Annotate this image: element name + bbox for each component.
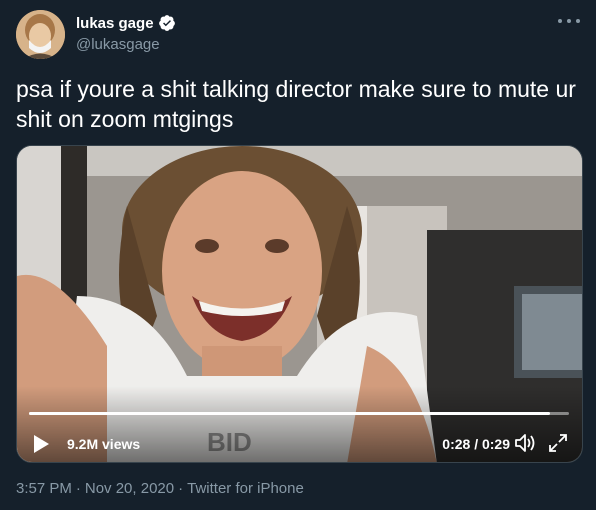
tweet-meta: 3:57 PM · Nov 20, 2020 · Twitter for iPh… (16, 480, 304, 497)
fullscreen-icon[interactable] (548, 433, 568, 453)
tweet-text: psa if youre a shit talking director mak… (16, 76, 576, 132)
tweet-time[interactable]: 3:57 PM (16, 480, 72, 497)
play-icon[interactable] (32, 434, 50, 454)
video-frame: BID (17, 146, 582, 462)
avatar-image (16, 10, 65, 59)
video-player[interactable]: BID 9.2M views 0:28 / 0:29 (16, 145, 583, 463)
more-options-icon[interactable] (558, 14, 580, 28)
view-count: 9.2M views (67, 436, 141, 452)
user-handle[interactable]: @lukasgage (76, 36, 160, 53)
meta-separator: · (178, 480, 184, 497)
display-name[interactable]: lukas gage (76, 15, 154, 32)
tweet-card: lukas gage @lukasgage psa if youre a shi… (0, 0, 596, 510)
video-progress-fill (29, 412, 551, 415)
volume-icon[interactable] (514, 433, 536, 453)
video-progress-bar[interactable] (29, 412, 569, 415)
user-name-row[interactable]: lukas gage (76, 14, 176, 32)
tweet-date[interactable]: Nov 20, 2020 (85, 480, 174, 497)
video-controls: 9.2M views 0:28 / 0:29 (17, 418, 582, 462)
tweet-source[interactable]: Twitter for iPhone (187, 480, 304, 497)
meta-separator: · (75, 480, 81, 497)
video-time: 0:28 / 0:29 (442, 436, 510, 452)
verified-badge-icon (158, 15, 175, 31)
avatar[interactable] (16, 10, 65, 59)
